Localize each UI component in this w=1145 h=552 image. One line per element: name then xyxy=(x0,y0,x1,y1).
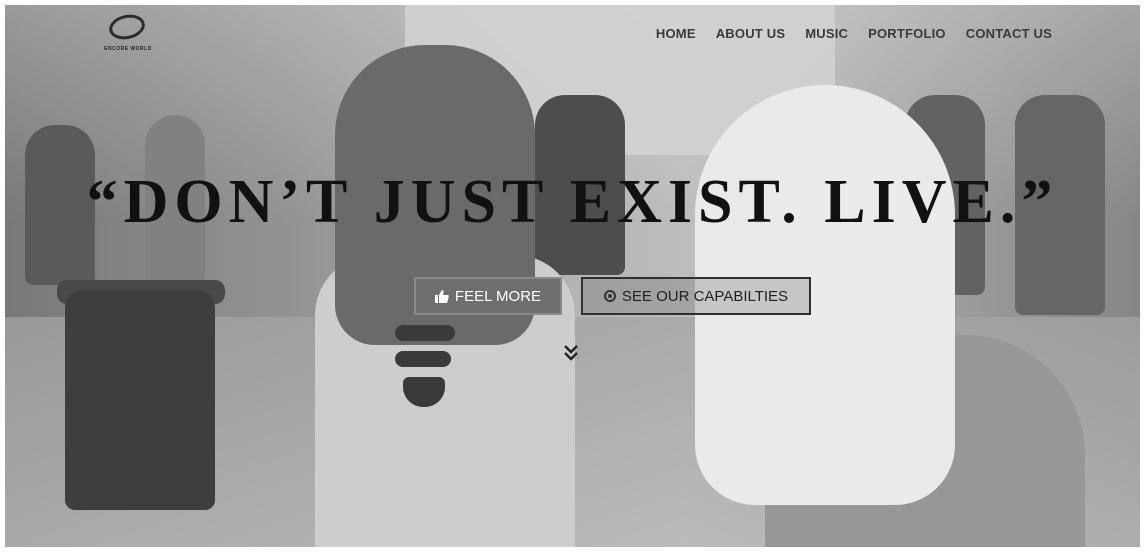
logo-ring-icon xyxy=(106,11,148,43)
circle-dot-icon xyxy=(603,290,616,302)
nav-contact-us[interactable]: CONTACT US xyxy=(966,26,1052,41)
see-capabilities-label: SEE OUR CAPABILTIES xyxy=(621,287,789,305)
nav-music[interactable]: MUSIC xyxy=(805,26,848,41)
logo-text: ENCORE WORLD xyxy=(104,46,152,52)
photo-overlay xyxy=(5,5,1140,547)
hero-section: ENCORE WORLD HOME ABOUT US MUSIC PORTFOL… xyxy=(5,5,1140,547)
site-logo[interactable]: ENCORE WORLD xyxy=(93,11,163,57)
main-nav: HOME ABOUT US MUSIC PORTFOLIO CONTACT US xyxy=(656,26,1052,41)
nav-about-us[interactable]: ABOUT US xyxy=(716,26,786,41)
see-capabilities-button[interactable]: SEE OUR CAPABILTIES xyxy=(581,277,811,315)
feel-more-button[interactable]: FEEL MORE xyxy=(414,277,562,315)
nav-portfolio[interactable]: PORTFOLIO xyxy=(868,26,946,41)
thumbs-up-icon xyxy=(434,289,449,303)
double-chevron-down-icon[interactable] xyxy=(563,343,579,363)
nav-home[interactable]: HOME xyxy=(656,26,696,41)
hero-headline: “DON’T JUST EXIST. LIVE.” xyxy=(86,168,1059,236)
feel-more-label: FEEL MORE xyxy=(454,287,542,305)
